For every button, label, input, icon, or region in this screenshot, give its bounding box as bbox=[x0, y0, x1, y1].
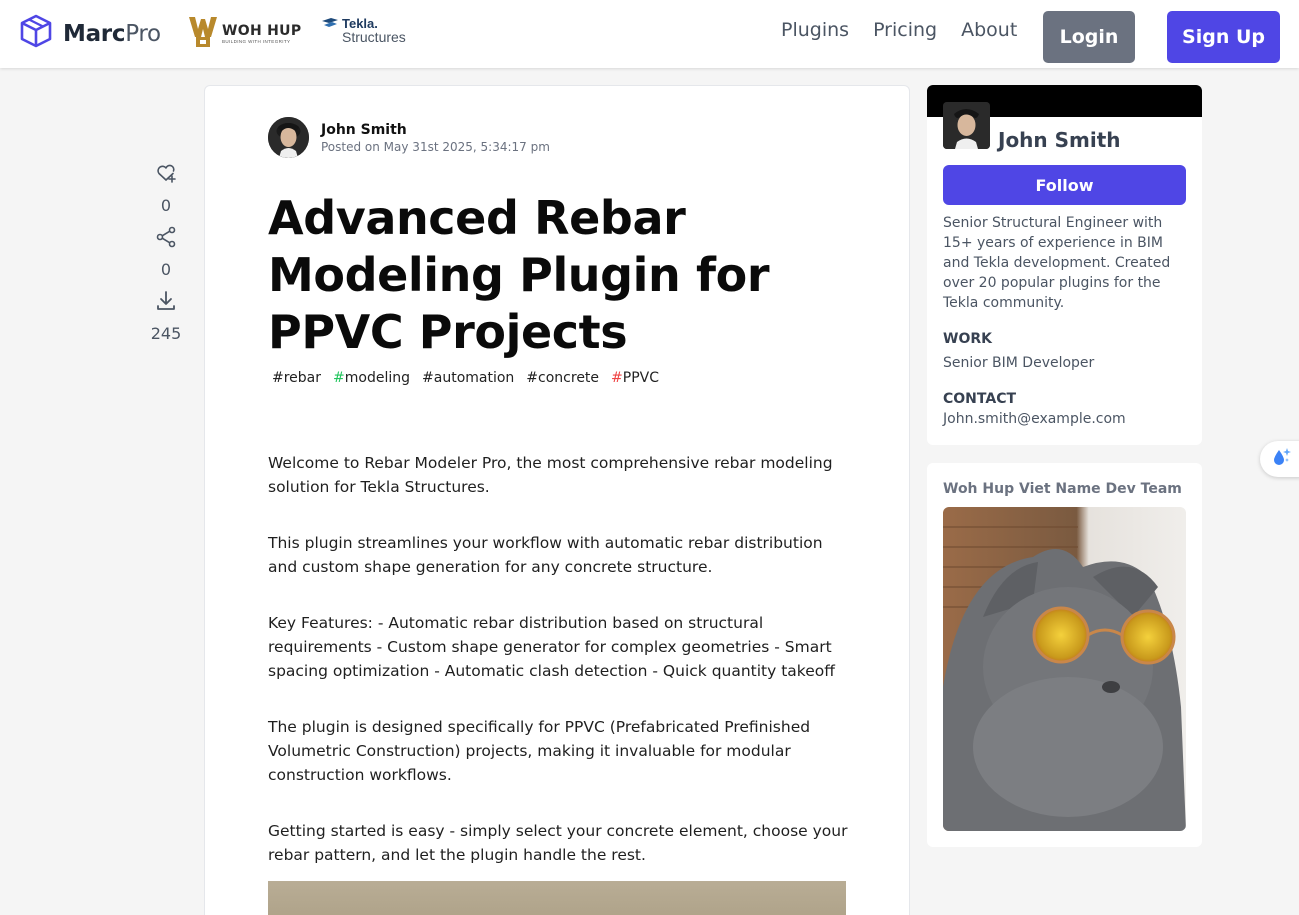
top-navbar: MarcPro WOH HUP BUILDING WITH INTEGRITY … bbox=[0, 0, 1299, 68]
contact-label: CONTACT bbox=[943, 391, 1017, 407]
marcpro-logo[interactable]: MarcPro bbox=[19, 14, 161, 53]
profile-avatar[interactable] bbox=[943, 102, 990, 149]
post-actions: 0 0 245 bbox=[145, 163, 187, 355]
work-value: Senior BIM Developer bbox=[943, 355, 1095, 371]
cube-logo-icon bbox=[19, 14, 53, 53]
body-paragraph: Welcome to Rebar Modeler Pro, the most c… bbox=[268, 454, 833, 496]
nav-pricing[interactable]: Pricing bbox=[873, 19, 937, 41]
download-icon bbox=[154, 289, 178, 318]
share-icon bbox=[154, 225, 178, 254]
team-title: Woh Hup Viet Name Dev Team bbox=[943, 481, 1182, 497]
post-author: John Smith Posted on May 31st 2025, 5:34… bbox=[268, 117, 550, 158]
tag-ppvc[interactable]: #PPVC bbox=[611, 370, 659, 386]
contact-email[interactable]: John.smith@example.com bbox=[943, 411, 1126, 427]
water-drop-sparkle-icon bbox=[1270, 446, 1292, 473]
post-date: Posted on May 31st 2025, 5:34:17 pm bbox=[321, 139, 550, 154]
woh-hup-logo: WOH HUP BUILDING WITH INTEGRITY bbox=[188, 15, 301, 54]
login-button[interactable]: Login bbox=[1043, 11, 1135, 63]
follow-button[interactable]: Follow bbox=[943, 165, 1186, 205]
signup-button[interactable]: Sign Up bbox=[1167, 11, 1280, 63]
nav-about[interactable]: About bbox=[961, 19, 1017, 41]
body-paragraph: The plugin is designed specifically for … bbox=[268, 718, 811, 784]
download-count: 245 bbox=[150, 324, 182, 343]
like-button[interactable] bbox=[154, 163, 178, 187]
assistant-fab[interactable] bbox=[1260, 441, 1299, 477]
tag-list: #rebar #modeling #automation #concrete #… bbox=[272, 370, 659, 386]
tekla-swoosh-icon bbox=[321, 17, 339, 36]
main-nav: Plugins Pricing About bbox=[781, 19, 1017, 41]
like-count: 0 bbox=[160, 196, 172, 215]
share-count: 0 bbox=[160, 260, 172, 279]
team-photo bbox=[943, 507, 1186, 831]
nav-plugins[interactable]: Plugins bbox=[781, 19, 849, 41]
body-paragraph: Key Features: - Automatic rebar distribu… bbox=[268, 614, 835, 680]
tag-automation[interactable]: #automation bbox=[422, 370, 514, 386]
tag-rebar[interactable]: #rebar bbox=[272, 370, 321, 386]
author-name[interactable]: John Smith bbox=[321, 122, 550, 138]
post-title: Advanced Rebar Modeling Plugin for PPVC … bbox=[268, 191, 770, 359]
profile-name[interactable]: John Smith bbox=[998, 128, 1121, 152]
brand-name: MarcPro bbox=[63, 20, 161, 47]
heart-plus-icon bbox=[154, 161, 178, 190]
tekla-structures-logo: Tekla. Structures bbox=[321, 17, 406, 44]
post-article: John Smith Posted on May 31st 2025, 5:34… bbox=[204, 85, 910, 915]
body-paragraph: This plugin streamlines your workflow wi… bbox=[268, 534, 823, 576]
work-label: WORK bbox=[943, 331, 992, 347]
body-paragraph: Getting started is easy - simply select … bbox=[268, 822, 848, 864]
team-card: Woh Hup Viet Name Dev Team bbox=[927, 463, 1202, 847]
author-avatar[interactable] bbox=[268, 117, 309, 158]
profile-bio: Senior Structural Engineer with 15+ year… bbox=[943, 215, 1171, 311]
tag-concrete[interactable]: #concrete bbox=[526, 370, 599, 386]
download-button[interactable] bbox=[154, 289, 178, 318]
author-profile-card: John Smith Follow Senior Structural Engi… bbox=[927, 85, 1202, 445]
woh-hup-emblem-icon bbox=[188, 15, 218, 54]
tag-modeling[interactable]: #modeling bbox=[333, 370, 410, 386]
post-body: Welcome to Rebar Modeler Pro, the most c… bbox=[268, 451, 848, 899]
share-button[interactable] bbox=[154, 225, 178, 254]
post-image bbox=[268, 881, 846, 915]
